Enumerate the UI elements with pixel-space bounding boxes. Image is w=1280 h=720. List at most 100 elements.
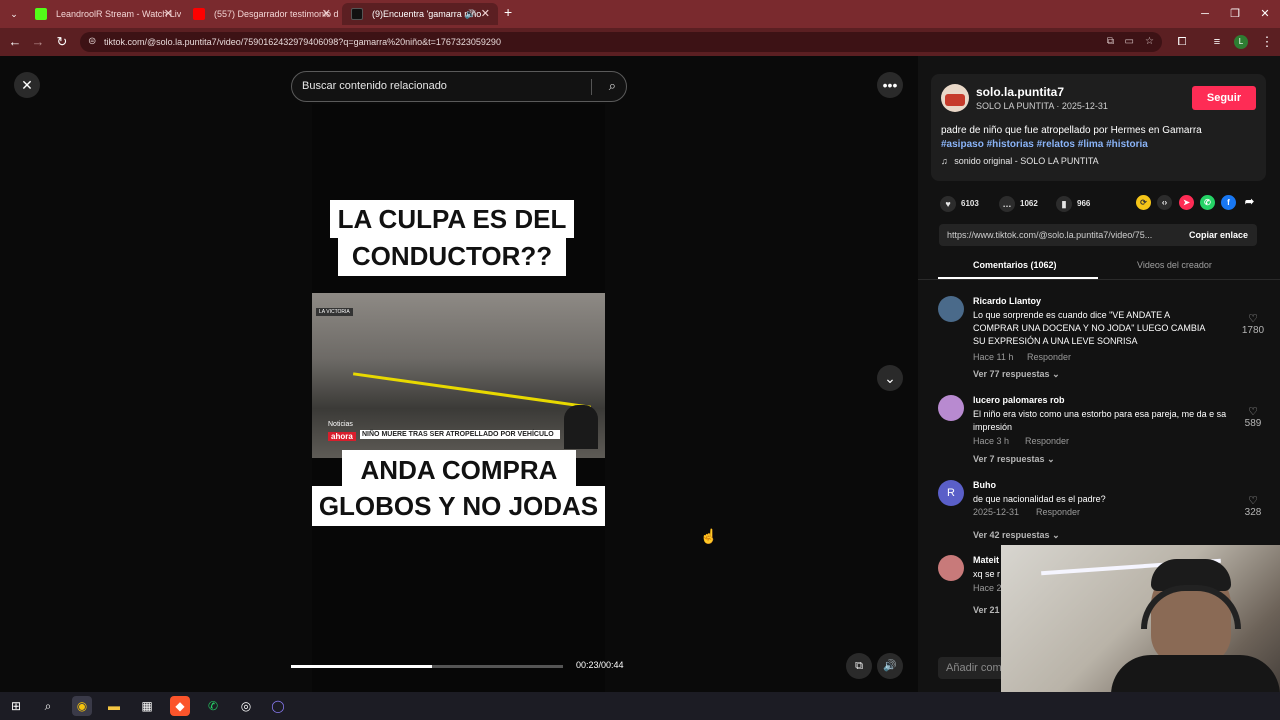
- video-player[interactable]: LA CULPA ES DEL CONDUCTOR?? LA VICTORIA …: [312, 104, 605, 692]
- cast-icon[interactable]: ▭: [1125, 32, 1134, 52]
- chrome-icon[interactable]: ◉: [72, 696, 92, 716]
- floating-player-icon[interactable]: ⧉: [846, 653, 872, 679]
- heart-outline-icon: ♡: [1248, 495, 1258, 507]
- chevron-down-icon: ⌄: [1047, 454, 1055, 464]
- comment-text: de que nacionalidad es el padre?: [973, 494, 1106, 504]
- video-progress-fill: [291, 665, 433, 668]
- hashtag-link[interactable]: #asipaso: [941, 139, 984, 150]
- new-tab-button[interactable]: +: [504, 4, 512, 20]
- commenter-avatar[interactable]: [938, 555, 964, 581]
- commenter-name[interactable]: Ricardo Llantoy: [973, 296, 1041, 306]
- whatsapp-taskbar-icon[interactable]: ✆: [203, 696, 223, 716]
- hashtag-link[interactable]: #historias: [987, 139, 1034, 150]
- translate-icon[interactable]: ⧉: [1107, 32, 1114, 52]
- view-replies-button[interactable]: Ver 77 respuestas ⌄: [973, 369, 1060, 380]
- tab-search-menu-icon[interactable]: ⌄: [6, 6, 22, 22]
- next-video-chevron-icon[interactable]: ⌄: [877, 365, 903, 391]
- browser-menu-icon[interactable]: ⋮: [1255, 28, 1279, 56]
- minimize-icon[interactable]: ─: [1190, 0, 1220, 28]
- obs-icon[interactable]: ◎: [236, 696, 256, 716]
- reply-button[interactable]: Responder: [1027, 352, 1071, 362]
- copy-link-button[interactable]: Copiar enlace: [1189, 224, 1248, 246]
- repost-icon[interactable]: ⟳: [1136, 195, 1151, 210]
- creator-avatar[interactable]: [941, 84, 969, 112]
- hashtag-link[interactable]: #lima: [1078, 139, 1104, 150]
- comment-stat[interactable]: … 1062: [999, 196, 1038, 212]
- reply-button[interactable]: Responder: [1036, 507, 1080, 517]
- commenter-avatar[interactable]: [938, 296, 964, 322]
- sound-name: sonido original - SOLO LA PUNTITA: [954, 156, 1099, 166]
- tab-youtube[interactable]: (557) Desgarrador testimonio d ✕: [184, 3, 339, 25]
- comment-time: 2025-12-31: [973, 507, 1020, 517]
- tab-divider: [918, 279, 1280, 280]
- view-replies-button[interactable]: Ver 7 respuestas ⌄: [973, 454, 1055, 465]
- store-icon[interactable]: ▦: [137, 696, 157, 716]
- view-replies-button[interactable]: Ver 42 respuestas ⌄: [973, 530, 1060, 541]
- save-stat[interactable]: ▮ 966: [1056, 196, 1090, 212]
- send-icon[interactable]: ➤: [1179, 195, 1194, 210]
- more-options-icon[interactable]: •••: [877, 72, 903, 98]
- commenter-avatar[interactable]: R: [938, 480, 964, 506]
- tab-tiktok[interactable]: (9)Encuentra 'gamarra niño 🔊 ✕: [342, 3, 498, 25]
- windows-start-icon[interactable]: ⊞: [6, 696, 26, 716]
- creator-info-card: solo.la.puntita7 SOLO LA PUNTITA · 2025-…: [931, 74, 1266, 181]
- commenter-name[interactable]: lucero palomares rob: [973, 395, 1065, 405]
- sound-link[interactable]: ♫ sonido original - SOLO LA PUNTITA: [941, 156, 1099, 166]
- hashtag-link[interactable]: #relatos: [1037, 139, 1075, 150]
- profile-avatar[interactable]: L: [1234, 35, 1248, 49]
- brave-icon[interactable]: ◆: [170, 696, 190, 716]
- comment-time: Hace 3 h: [973, 436, 1010, 446]
- hashtag-link[interactable]: #historia: [1106, 139, 1148, 150]
- related-search-input[interactable]: Buscar contenido relacionado ⌕: [291, 71, 627, 102]
- reply-button[interactable]: Responder: [1025, 436, 1069, 446]
- follow-button[interactable]: Seguir: [1192, 86, 1256, 110]
- media-controls-icon[interactable]: ≡: [1205, 28, 1229, 56]
- forward-icon[interactable]: →: [26, 28, 50, 56]
- restore-icon[interactable]: ❐: [1220, 0, 1250, 28]
- facebook-icon[interactable]: f: [1221, 195, 1236, 210]
- description-text: padre de niño que fue atropellado por He…: [941, 125, 1202, 136]
- commenter-avatar[interactable]: [938, 395, 964, 421]
- app-icon[interactable]: ◯: [268, 696, 288, 716]
- tab-audio-icon[interactable]: 🔊: [465, 3, 476, 25]
- heart-outline-icon: ♡: [1248, 406, 1258, 418]
- comment-like[interactable]: ♡ 1780: [1238, 312, 1268, 336]
- creator-username[interactable]: solo.la.puntita7: [976, 85, 1064, 99]
- tab-comments[interactable]: Comentarios (1062): [973, 260, 1057, 270]
- extensions-icon[interactable]: ⧠: [1170, 28, 1194, 56]
- share-arrow-icon[interactable]: ➦: [1242, 195, 1257, 210]
- close-window-icon[interactable]: ✕: [1250, 0, 1280, 28]
- site-info-icon[interactable]: ⊜: [88, 32, 96, 52]
- url-text[interactable]: tiktok.com/@solo.la.puntita7/video/75901…: [104, 32, 501, 52]
- close-tab-icon[interactable]: ✕: [481, 3, 490, 25]
- news-chyron: NIÑO MUERE TRAS SER ATROPELLADO POR VEHÍ…: [360, 430, 560, 439]
- commenter-name[interactable]: Buho: [973, 480, 996, 490]
- volume-icon[interactable]: 🔊: [877, 653, 903, 679]
- search-divider: [591, 79, 592, 95]
- view-replies-button[interactable]: Ver 21: [973, 605, 1000, 615]
- tab-kick-stream[interactable]: LeandroolR Stream - Watch Liv ✕: [26, 3, 181, 25]
- close-tab-icon[interactable]: ✕: [322, 3, 331, 25]
- video-link-text: https://www.tiktok.com/@solo.la.puntita7…: [947, 230, 1153, 240]
- back-icon[interactable]: ←: [3, 28, 27, 56]
- search-icon[interactable]: ⌕: [609, 78, 616, 94]
- tab-creator-videos[interactable]: Videos del creador: [1137, 260, 1212, 270]
- address-bar[interactable]: ⊜ tiktok.com/@solo.la.puntita7/video/759…: [80, 32, 1162, 52]
- comment-like[interactable]: ♡ 589: [1238, 405, 1268, 429]
- taskbar-search-icon[interactable]: ⌕: [38, 696, 58, 716]
- close-viewer-button[interactable]: ✕: [14, 72, 40, 98]
- heart-icon: ♥: [940, 196, 956, 212]
- commenter-name[interactable]: Mateit: [973, 555, 999, 565]
- reload-icon[interactable]: ↻: [50, 28, 74, 56]
- video-progress-bar[interactable]: [291, 665, 563, 668]
- tiktok-icon: [351, 8, 363, 20]
- close-tab-icon[interactable]: ✕: [164, 3, 173, 25]
- like-stat[interactable]: ♥ 6103: [940, 196, 979, 212]
- browser-tab-strip: ⌄ LeandroolR Stream - Watch Liv ✕ (557) …: [0, 0, 1280, 28]
- embed-icon[interactable]: ‹›: [1157, 195, 1172, 210]
- bookmark-star-icon[interactable]: ☆: [1145, 32, 1154, 52]
- file-explorer-icon[interactable]: ▬: [104, 696, 124, 716]
- video-link-box[interactable]: https://www.tiktok.com/@solo.la.puntita7…: [939, 224, 1257, 246]
- whatsapp-icon[interactable]: ✆: [1200, 195, 1215, 210]
- comment-like[interactable]: ♡ 328: [1238, 494, 1268, 518]
